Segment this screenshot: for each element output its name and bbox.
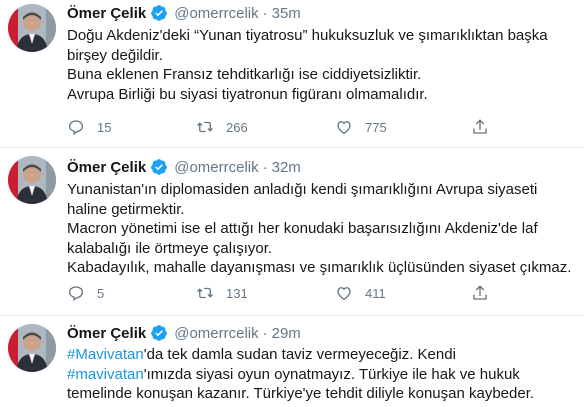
timestamp[interactable]: 32m	[272, 159, 301, 176]
author-name[interactable]: Ömer Çelik	[67, 325, 146, 342]
author-handle[interactable]: @omerrcelik	[174, 159, 258, 176]
reply-icon	[68, 120, 84, 136]
reply-button[interactable]: 5	[67, 284, 104, 302]
reply-count: 5	[97, 285, 105, 301]
share-button[interactable]	[471, 284, 489, 307]
tweet-line: Avrupa Birliği bu siyasi tiyatronun figü…	[67, 85, 428, 103]
separator-dot: ·	[262, 324, 268, 342]
hashtag-link[interactable]: #mavivatan	[67, 366, 144, 383]
timestamp[interactable]: 29m	[272, 325, 301, 342]
like-count: 775	[365, 119, 387, 135]
separator-dot: ·	[262, 4, 268, 22]
timeline-feed: Ömer Çelik @omerrcelik · 35m Doğu Akdeni…	[0, 0, 584, 407]
reply-button[interactable]: 15	[67, 118, 111, 136]
tweet[interactable]: Ömer Çelik @omerrcelik · 29m #Mavivatan'…	[0, 316, 584, 407]
like-button[interactable]: 411	[335, 284, 386, 302]
author-handle[interactable]: @omerrcelik	[174, 325, 258, 342]
tweet-line: Buna eklenen Fransız tehditkarlığı ise c…	[67, 66, 422, 83]
retweet-count: 131	[226, 285, 248, 301]
tweet-text: Yunanistan'ın diplomasiden anladığı kend…	[67, 180, 579, 278]
retweet-button[interactable]: 131	[196, 284, 248, 302]
reply-icon	[68, 286, 84, 302]
separator-dot: ·	[262, 158, 268, 176]
share-icon	[473, 119, 487, 134]
tweet-line: Kabadayılık, mahalle dayanışması ve şıma…	[67, 259, 572, 276]
tweet-header: Ömer Çelik @omerrcelik · 29m	[67, 322, 301, 344]
avatar[interactable]	[8, 156, 56, 204]
author-name[interactable]: Ömer Çelik	[67, 5, 146, 22]
tweet[interactable]: Ömer Çelik @omerrcelik · 35m Doğu Akdeni…	[0, 0, 584, 148]
avatar[interactable]	[8, 4, 56, 52]
tweet-actions: 5 131 411	[67, 284, 487, 306]
retweet-icon	[197, 121, 213, 133]
tweet-header: Ömer Çelik @omerrcelik · 32m	[67, 156, 301, 178]
tweet-text: Doğu Akdeniz'deki “Yunan tiyatrosu” huku…	[67, 26, 579, 104]
tweet-actions: 15 266 775	[67, 118, 487, 140]
tweet-line: Macron yönetimi ise el attığı her konuda…	[67, 220, 538, 257]
reply-count: 15	[97, 119, 112, 135]
tweet-line: Doğu Akdeniz'deki “Yunan tiyatrosu” huku…	[67, 27, 548, 64]
retweet-count: 266	[226, 119, 248, 135]
avatar[interactable]	[8, 324, 56, 372]
like-icon	[337, 121, 351, 135]
timestamp[interactable]: 35m	[272, 5, 301, 22]
tweet-line: Yunanistan'ın diplomasiden anladığı kend…	[67, 181, 538, 218]
tweet-text: #Mavivatan'da tek damla sudan taviz verm…	[67, 345, 579, 404]
like-icon	[337, 287, 351, 301]
share-button[interactable]	[471, 118, 489, 141]
author-handle[interactable]: @omerrcelik	[174, 5, 258, 22]
hashtag-link[interactable]: #Mavivatan	[67, 346, 144, 363]
verified-badge-icon	[151, 325, 168, 341]
verified-badge-icon	[151, 159, 168, 175]
tweet-header: Ömer Çelik @omerrcelik · 35m	[67, 2, 301, 24]
retweet-icon	[197, 287, 213, 299]
verified-badge-icon	[151, 5, 168, 21]
tweet[interactable]: Ömer Çelik @omerrcelik · 32m Yunanistan'…	[0, 148, 584, 316]
share-icon	[473, 285, 487, 300]
author-name[interactable]: Ömer Çelik	[67, 159, 146, 176]
tweet-paragraph: #Mavivatan'da tek damla sudan taviz verm…	[67, 345, 579, 404]
tweet-text-segment: 'da tek damla sudan taviz vermeyeceğiz. …	[143, 346, 456, 363]
retweet-button[interactable]: 266	[196, 118, 248, 136]
like-count: 411	[365, 285, 386, 301]
like-button[interactable]: 775	[335, 118, 387, 136]
